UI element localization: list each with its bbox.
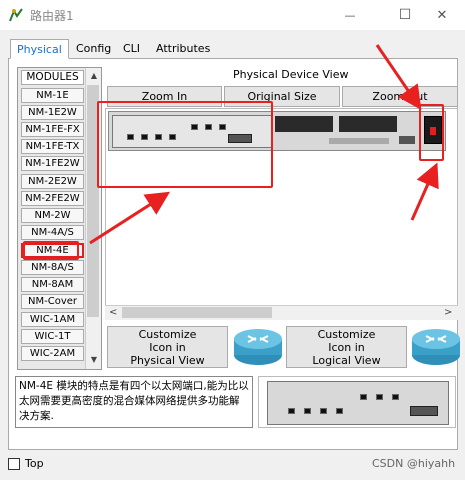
annotation-arrows — [89, 44, 439, 245]
arrow-to-module-slot — [89, 191, 171, 245]
arrow-to-power-switch — [375, 44, 422, 110]
arrow-up-to-power-switch — [410, 162, 439, 221]
